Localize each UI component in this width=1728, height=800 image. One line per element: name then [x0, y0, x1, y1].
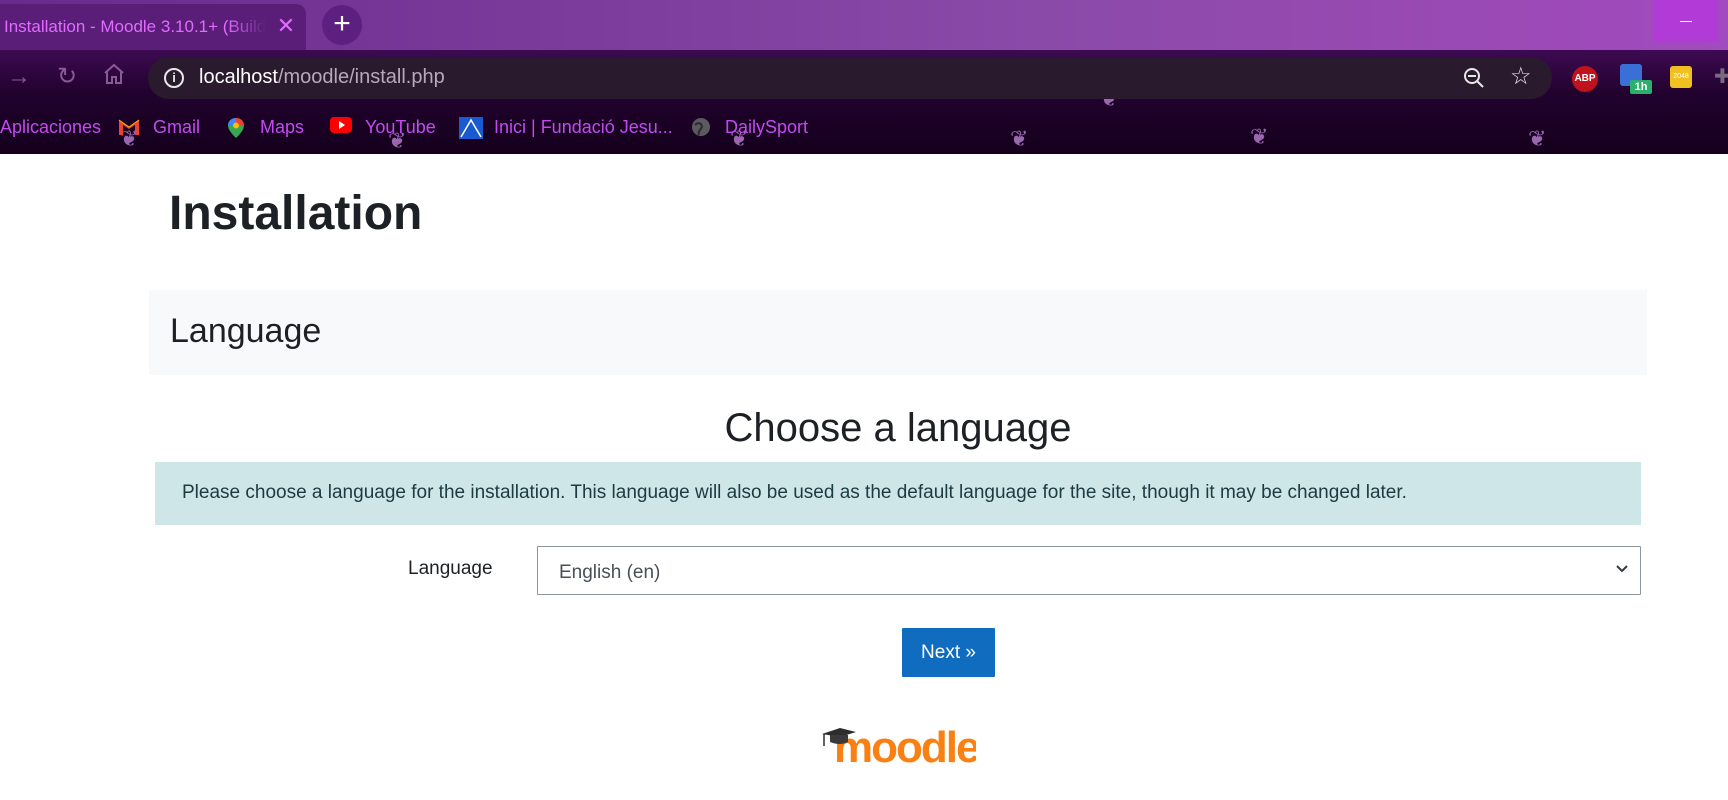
bookmarks-bar: Aplicaciones Gmail Maps YouTube Inici | …: [0, 110, 1728, 142]
page-title: Installation: [169, 187, 423, 240]
bookmark-star-icon[interactable]: ☆: [1510, 64, 1532, 90]
site-icon: [459, 117, 483, 139]
alert-text: Please choose a language for the install…: [182, 482, 1407, 503]
section-title: Language: [170, 312, 322, 350]
plus-icon[interactable]: +: [322, 5, 362, 45]
close-tab-icon[interactable]: ✕: [274, 14, 298, 38]
youtube-icon: [330, 117, 352, 137]
section-header: Language: [149, 290, 1647, 375]
browser-chrome: ❦ ❦ ❦ ❦ ❦ ❦ ❦ Installation - Moodle 3.10…: [0, 0, 1728, 154]
puzzle-extensions-icon[interactable]: ✚: [1714, 66, 1728, 88]
address-bar[interactable]: i localhost/moodle/install.php ☆: [148, 57, 1552, 99]
forward-icon[interactable]: →: [6, 64, 32, 90]
next-button[interactable]: Next »: [902, 628, 995, 677]
reload-icon[interactable]: ↻: [54, 64, 80, 90]
gmail-icon: [118, 117, 140, 137]
info-alert: Please choose a language for the install…: [155, 462, 1641, 525]
tab-title: Installation - Moodle 3.10.1+ (Build: [4, 17, 266, 36]
active-tab[interactable]: Installation - Moodle 3.10.1+ (Build ✕: [0, 4, 306, 50]
moodle-logo: moodle: [820, 720, 981, 772]
chevron-down-icon: [1614, 560, 1630, 576]
bookmark-aplicaciones[interactable]: Aplicaciones: [0, 115, 101, 139]
maps-icon: [226, 117, 246, 138]
bookmark-youtube[interactable]: YouTube: [365, 115, 436, 139]
language-selected-value: English (en): [559, 562, 661, 583]
language-select[interactable]: English (en): [537, 546, 1641, 595]
home-icon[interactable]: [101, 62, 127, 88]
zoom-out-icon[interactable]: [1462, 66, 1486, 90]
choose-language-heading: Choose a language: [724, 406, 1072, 450]
globe-icon: [691, 117, 711, 137]
bookmark-gmail[interactable]: Gmail: [153, 115, 200, 139]
calendar-extension-icon[interactable]: 1h: [1620, 64, 1652, 94]
adblock-plus-icon[interactable]: ABP: [1572, 66, 1598, 92]
game-2048-extension-icon[interactable]: 2048: [1670, 66, 1692, 88]
bookmark-inici[interactable]: Inici | Fundació Jesu...: [494, 115, 673, 139]
bookmark-maps[interactable]: Maps: [260, 115, 304, 139]
language-label: Language: [408, 558, 493, 579]
info-icon[interactable]: i: [164, 68, 184, 88]
bookmark-dailysport[interactable]: DailySport: [725, 115, 808, 139]
extension-badge: 1h: [1630, 80, 1652, 94]
svg-text:moodle: moodle: [834, 723, 976, 770]
minimize-icon[interactable]: [1654, 0, 1718, 42]
url-text[interactable]: localhost/moodle/install.php: [199, 66, 445, 89]
